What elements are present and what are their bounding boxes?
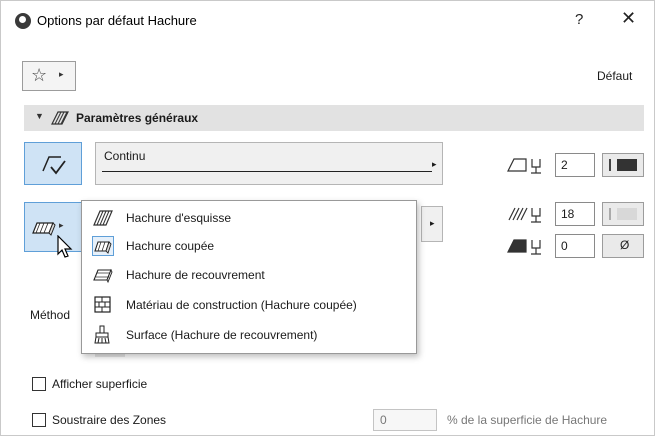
menu-arrow-icon: ▸ — [59, 69, 64, 79]
menu-item-drafting-fill[interactable]: Hachure d'esquisse — [86, 204, 412, 232]
cut-fill-icon — [32, 222, 56, 236]
fill-type-button[interactable]: ▸ — [24, 202, 82, 252]
general-settings-section-header[interactable]: ▼ Paramètres généraux — [24, 105, 644, 131]
subtract-zones-checkbox[interactable] — [32, 413, 46, 427]
line-type-icon — [42, 156, 66, 175]
dropdown-arrow-icon: ▸ — [430, 218, 435, 228]
star-icon: ☆ — [31, 65, 48, 85]
building-material-icon — [92, 295, 114, 315]
menu-item-label: Matériau de construction (Hachure coupée… — [126, 298, 357, 312]
menu-item-label: Hachure d'esquisse — [126, 211, 232, 225]
contour-pen-input[interactable]: 2 — [555, 153, 595, 177]
background-pen-swatch[interactable]: Ø — [602, 234, 644, 258]
show-area-checkbox[interactable] — [32, 377, 46, 391]
fill-default-settings-dialog: Options par défaut Hachure ? ✕ ☆ ▸ Défau… — [0, 0, 655, 436]
fill-type-menu: Hachure d'esquisse Hachure coupée Hachur… — [81, 200, 417, 354]
close-button[interactable]: ✕ — [621, 8, 636, 29]
section-title: Paramètres généraux — [76, 111, 199, 125]
menu-item-label: Hachure coupée — [126, 239, 215, 253]
dropdown-arrow-icon: ▸ — [432, 159, 437, 169]
contour-pen-icon — [507, 158, 541, 174]
collapse-arrow-icon: ▼ — [35, 111, 44, 121]
foreground-pen-input[interactable]: 18 — [555, 202, 595, 226]
method-label: Méthod — [30, 308, 71, 322]
default-label: Défaut — [597, 69, 633, 83]
favorites-button[interactable]: ☆ ▸ — [22, 61, 76, 91]
background-pen-input[interactable]: 0 — [555, 234, 595, 258]
menu-item-building-material[interactable]: Matériau de construction (Hachure coupée… — [86, 291, 412, 319]
dropdown-arrow-icon: ▸ — [59, 220, 64, 230]
fill-type-selector[interactable]: ▸ — [421, 206, 443, 242]
menu-item-cut-fill[interactable]: Hachure coupée — [86, 232, 412, 260]
foreground-pen-icon — [508, 207, 541, 223]
menu-item-cover-fill[interactable]: Hachure de recouvrement — [86, 261, 412, 289]
menu-item-label: Surface (Hachure de recouvrement) — [126, 328, 318, 342]
line-preview — [102, 171, 432, 172]
title-bar: Options par défaut Hachure ? ✕ — [1, 1, 654, 43]
subtract-zones-label: Soustraire des Zones — [52, 413, 167, 427]
line-type-selector[interactable]: Continu ▸ — [95, 142, 443, 185]
contour-pen-swatch[interactable] — [602, 153, 644, 177]
percentage-label: % de la superficie de Hachure — [447, 413, 608, 427]
cover-fill-icon — [92, 265, 114, 285]
empty-symbol: Ø — [620, 238, 630, 252]
show-area-label: Afficher superficie — [52, 377, 148, 391]
cut-fill-icon — [92, 236, 114, 256]
percentage-input[interactable]: 0 — [373, 409, 437, 431]
line-type-value: Continu — [104, 149, 146, 163]
menu-item-surface[interactable]: Surface (Hachure de recouvrement) — [86, 321, 412, 349]
help-button[interactable]: ? — [575, 11, 583, 28]
archicad-app-icon — [15, 13, 31, 29]
window-title: Options par défaut Hachure — [37, 13, 197, 28]
surface-brush-icon — [92, 325, 114, 345]
line-type-toggle-button[interactable] — [24, 142, 82, 185]
mouse-cursor-icon — [57, 235, 73, 258]
menu-item-label: Hachure de recouvrement — [126, 268, 265, 282]
foreground-pen-swatch[interactable] — [602, 202, 644, 226]
background-pen-icon — [507, 239, 541, 255]
fill-settings-icon — [50, 109, 70, 130]
drafting-fill-icon — [92, 208, 114, 228]
